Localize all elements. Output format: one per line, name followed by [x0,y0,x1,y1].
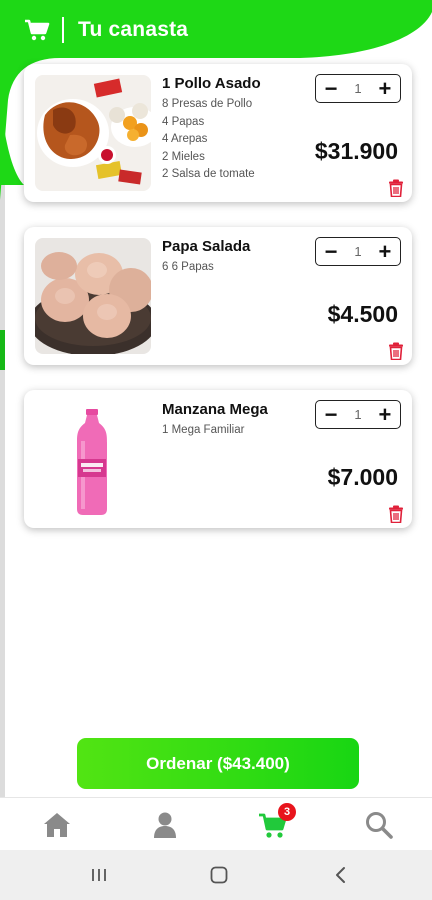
item-detail: 4 Arepas [162,133,208,145]
item-detail: 1 Mega Familiar [162,424,245,436]
system-home-icon[interactable] [208,864,230,886]
header-bar: Tu canasta [24,14,188,46]
trash-icon[interactable] [388,505,404,523]
quantity-stepper: − 1 + [315,400,401,429]
trash-icon[interactable] [388,342,404,360]
item-detail: 2 Mieles [162,150,205,163]
quantity-value: 1 [354,244,362,259]
item-detail: 8 Presas de Pollo [162,98,253,110]
search-icon[interactable] [364,810,394,840]
user-icon[interactable] [150,810,180,840]
decrease-button[interactable]: − [324,77,338,100]
increase-button[interactable]: + [378,403,392,426]
decrease-button[interactable]: − [324,403,338,426]
product-image-manzana-mega [35,401,151,517]
recent-apps-icon[interactable] [88,864,110,886]
home-icon[interactable] [42,810,72,840]
product-image-pollo-asado [35,75,151,191]
item-detail: 2 Salsa de tomate [162,168,255,180]
increase-button[interactable]: + [378,240,392,263]
quantity-value: 1 [354,81,362,96]
order-button[interactable]: Ordenar ($43.400) [77,738,359,789]
item-price: $31.900 [314,138,398,164]
quantity-stepper: − 1 + [315,237,401,266]
product-image-papa-salada [35,238,151,354]
cart-icon[interactable] [24,18,50,42]
item-price: $4.500 [327,301,398,327]
header-divider [62,17,64,43]
item-price: $7.000 [327,464,398,490]
item-detail: 4 Papas [162,115,205,128]
page-title: Tu canasta [78,18,189,41]
item-detail: 6 6 Papas [162,261,214,273]
back-icon[interactable] [330,864,352,886]
quantity-value: 1 [354,407,362,422]
item-name: Manzana Mega [162,401,268,418]
trash-icon[interactable] [388,179,404,197]
cart-item-card: Manzana Mega 1 Mega Familiar − 1 + $7.00… [24,390,412,528]
item-details: 8 Presas de Pollo 4 Papas 4 Arepas 2 Mie… [162,96,255,184]
quantity-stepper: − 1 + [315,74,401,103]
cart-count-badge: 3 [278,803,296,821]
item-details: 6 6 Papas [162,259,214,277]
system-nav-bar [0,850,432,900]
bottom-nav [0,797,432,850]
item-name: Papa Salada [162,238,251,255]
cart-item-card: 1 Pollo Asado 8 Presas de Pollo 4 Papas … [24,64,412,202]
item-name: 1 Pollo Asado [162,75,261,92]
cart-item-card: Papa Salada 6 6 Papas − 1 + $4.500 [24,227,412,365]
increase-button[interactable]: + [378,77,392,100]
item-details: 1 Mega Familiar [162,422,244,440]
decrease-button[interactable]: − [324,240,338,263]
